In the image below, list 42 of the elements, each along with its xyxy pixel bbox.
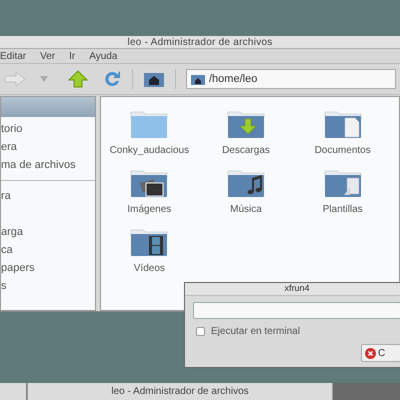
- folder-label[interactable]: Documentos: [314, 143, 371, 158]
- menu-item[interactable]: Ver: [40, 48, 56, 64]
- home-folder-icon[interactable]: [143, 70, 165, 88]
- folder-icon: [129, 168, 170, 198]
- folder-label[interactable]: Plantillas: [322, 202, 363, 217]
- folder-icon: [129, 227, 170, 257]
- checkbox-label: Ejecutar en terminal: [211, 325, 300, 339]
- folder-icon: [322, 168, 363, 198]
- dialog-title: xfrun4: [284, 282, 310, 296]
- cancel-button[interactable]: C: [361, 344, 400, 362]
- window-title: leo - Administrador de archivos: [127, 36, 273, 50]
- sidebar-item[interactable]: ca: [1, 242, 13, 258]
- folder-icon: [226, 168, 266, 198]
- home-folder-icon: [191, 73, 205, 85]
- menu-item[interactable]: Ayuda: [89, 48, 118, 64]
- folder-icon: [322, 109, 363, 139]
- menu-item[interactable]: Ir: [69, 48, 76, 64]
- sidebar-item[interactable]: s: [1, 278, 6, 294]
- sidebar-item[interactable]: ma de archivos: [1, 156, 76, 174]
- close-icon: [365, 348, 376, 358]
- sidebar-item[interactable]: torio: [1, 120, 22, 138]
- folder-label[interactable]: Música: [230, 202, 262, 217]
- folder-icon: [129, 109, 170, 139]
- up-arrow-icon[interactable]: [68, 70, 88, 88]
- sidebar-item[interactable]: papers: [1, 260, 35, 276]
- address-field[interactable]: /home/leo: [186, 69, 396, 89]
- sidebar-item[interactable]: ra: [1, 188, 11, 204]
- address-path: /home/leo: [209, 72, 258, 87]
- taskbar-item[interactable]: leo - Administrador de archivos: [27, 383, 333, 400]
- folder-label[interactable]: Descargas: [222, 143, 270, 158]
- folder-label[interactable]: Vídeos: [134, 261, 165, 276]
- command-input-field[interactable]: [193, 302, 400, 319]
- checkbox[interactable]: [196, 327, 205, 336]
- taskbar-item[interactable]: [0, 383, 27, 400]
- folder-label[interactable]: Imágenes: [127, 202, 172, 217]
- forward-arrow-icon[interactable]: [4, 71, 26, 87]
- folder-label[interactable]: Conky_audacious: [110, 143, 190, 158]
- caret-icon[interactable]: [40, 76, 48, 82]
- sidebar-item[interactable]: era: [1, 138, 17, 156]
- menu-item[interactable]: Editar: [0, 48, 26, 64]
- sidebar-item[interactable]: arga: [1, 224, 24, 240]
- folder-icon: [226, 109, 266, 139]
